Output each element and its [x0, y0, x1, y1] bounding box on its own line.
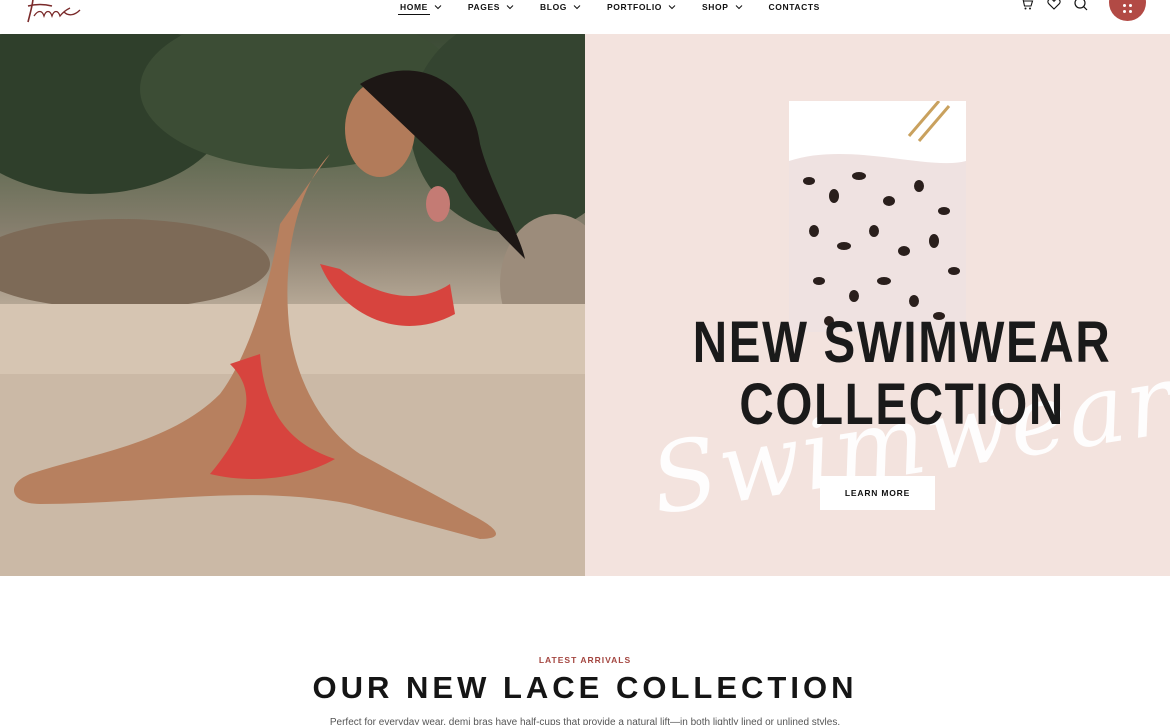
nav-pages[interactable]: PAGES	[468, 0, 514, 14]
site-header: HOME PAGES BLOG PORTFOLIO SHOP CONTACTS	[0, 0, 1170, 34]
nav-contacts-label: CONTACTS	[768, 2, 820, 12]
product-swimsuit-image	[789, 101, 966, 332]
hero-promo-panel: Swimwear NEW SWIMWEAR COLLECTION LEARN M…	[585, 34, 1170, 576]
chevron-down-icon	[668, 5, 676, 10]
menu-grid-icon[interactable]	[1109, 0, 1146, 21]
nav-contacts[interactable]: CONTACTS	[769, 0, 820, 14]
chevron-down-icon	[434, 5, 442, 10]
cart-icon[interactable]	[1019, 0, 1035, 12]
hero-title-line2: COLLECTION	[739, 372, 1065, 437]
nav-home[interactable]: HOME	[398, 0, 442, 15]
chevron-down-icon	[735, 5, 742, 10]
learn-more-button[interactable]: LEARN MORE	[820, 476, 935, 510]
nav-pages-label: PAGES	[467, 2, 501, 12]
main-nav: HOME PAGES BLOG PORTFOLIO SHOP CONTACTS	[398, 0, 846, 15]
section-title: OUR NEW LACE COLLECTION	[312, 670, 858, 705]
hero-title-line1: NEW SWIMWEAR	[692, 310, 1112, 375]
beach-scene-illustration	[0, 34, 585, 576]
search-icon[interactable]	[1073, 0, 1089, 12]
nav-shop[interactable]: SHOP	[702, 0, 743, 14]
nav-blog-label: BLOG	[540, 2, 568, 12]
leopard-bikini-illustration	[789, 101, 966, 332]
hero-title: NEW SWIMWEAR COLLECTION	[638, 312, 1118, 436]
section-description: Perfect for everyday wear, demi bras hav…	[329, 717, 841, 725]
nav-home-label: HOME	[400, 2, 428, 12]
heart-icon[interactable]	[1046, 0, 1062, 12]
brand-logo[interactable]	[22, 0, 92, 30]
section-eyebrow: LATEST ARRIVALS	[538, 655, 632, 665]
nav-portfolio[interactable]: PORTFOLIO	[607, 0, 676, 14]
hero-banner: Swimwear NEW SWIMWEAR COLLECTION LEARN M…	[0, 34, 1170, 576]
chevron-down-icon	[506, 5, 514, 10]
chevron-down-icon	[573, 5, 581, 10]
active-underline	[398, 14, 430, 15]
nav-portfolio-label: PORTFOLIO	[607, 2, 662, 12]
nav-shop-label: SHOP	[702, 2, 729, 12]
hero-model-photo	[0, 34, 585, 576]
nav-blog[interactable]: BLOG	[540, 0, 581, 14]
